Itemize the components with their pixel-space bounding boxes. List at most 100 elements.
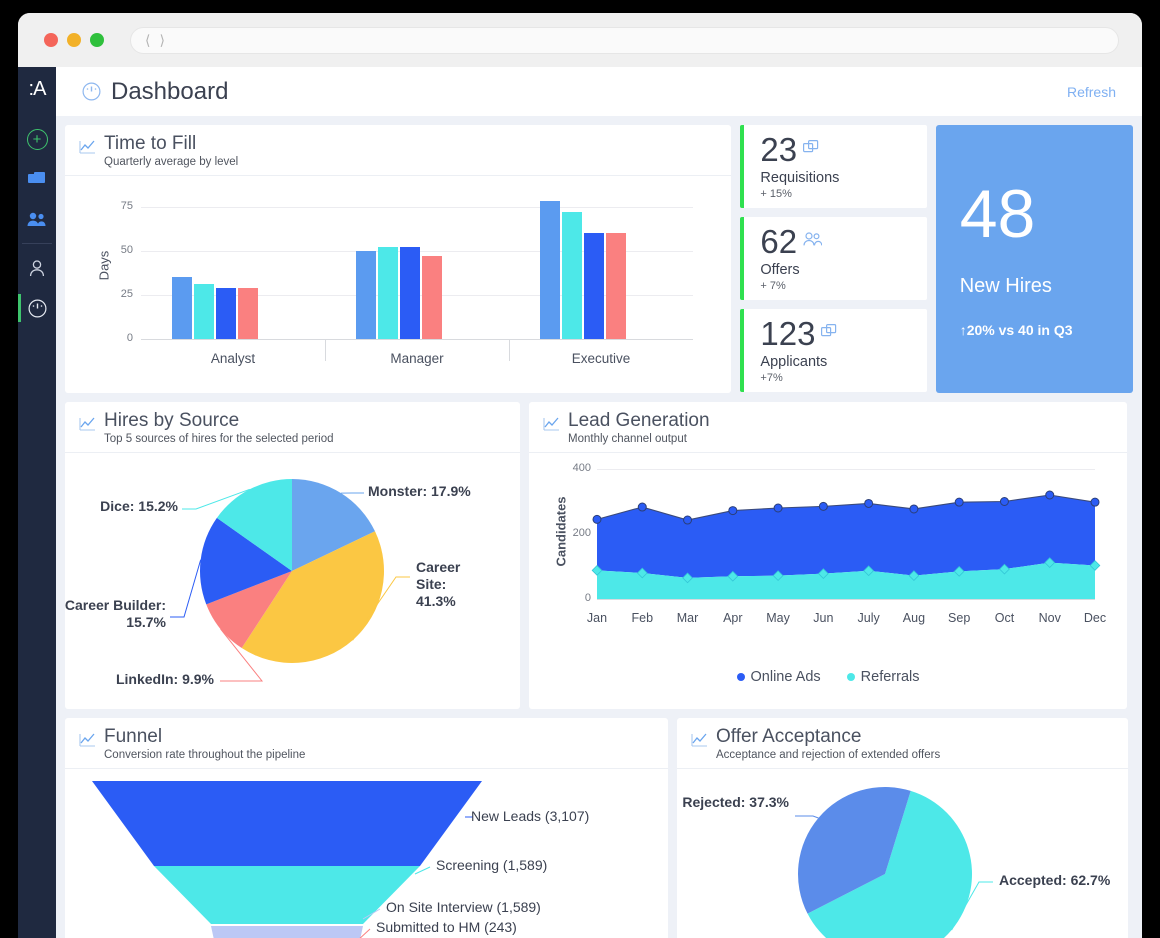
sidebar-item-dashboard[interactable] <box>18 288 56 328</box>
funnel-label-screening: Screening (1,589) <box>436 856 548 873</box>
bar-analyst-Q3 <box>216 287 236 339</box>
copy-stack-icon <box>803 139 820 160</box>
sidebar-item-projects[interactable] <box>18 159 56 199</box>
x-axis-line <box>141 338 693 340</box>
x-axis-tick <box>509 338 510 361</box>
point-online-ads[interactable] <box>637 502 647 512</box>
funnel-segment-screening[interactable] <box>154 865 420 924</box>
close-window-button[interactable] <box>44 33 58 47</box>
bar-executive-Q2 <box>562 212 582 339</box>
point-online-ads[interactable] <box>592 514 602 524</box>
x-axis-tick <box>325 338 326 361</box>
pie-label-career-builder: Career Builder: 15.7% <box>65 596 166 631</box>
funnel-card: Funnel Conversion rate throughout the pi… <box>65 718 668 938</box>
copy-stack-icon <box>821 323 837 336</box>
card-title: Offer Acceptance <box>716 726 862 747</box>
legend-item-referrals[interactable]: Referrals <box>846 669 919 685</box>
kpi-top: 62 <box>760 225 926 258</box>
x-tick-label: Jan <box>586 610 608 625</box>
pie-label-accepted: Accepted: 62.7% <box>999 871 1111 888</box>
kpi-value: 123 <box>760 315 816 352</box>
window-controls <box>44 33 104 47</box>
address-bar[interactable]: ⟨ ⟩ <box>130 26 1119 54</box>
x-tick-label: May <box>766 610 790 625</box>
point-online-ads[interactable] <box>1090 497 1100 507</box>
card-title: Time to Fill <box>104 133 197 154</box>
pie-label-rejected: Rejected: 37.3% <box>682 793 789 810</box>
folders-icon <box>28 171 45 183</box>
point-online-ads[interactable] <box>864 498 874 508</box>
pie-label-career-site: Career Site: 41.3% <box>416 558 461 610</box>
bar-executive-Q4 <box>606 233 626 339</box>
funnel-segment-on-site-interview[interactable] <box>211 925 363 938</box>
chevron-right-icon[interactable]: ⟩ <box>159 33 164 47</box>
copy-stack-icon <box>821 323 838 344</box>
point-online-ads[interactable] <box>999 496 1009 506</box>
funnel-segment-new-leads[interactable] <box>92 780 482 866</box>
point-online-ads[interactable] <box>818 501 828 511</box>
app-body: :A + Dashboard Refresh Time to Fill Quar… <box>18 67 1142 938</box>
card-header: Funnel Conversion rate throughout the pi… <box>65 718 668 769</box>
bar-manager-Q4 <box>422 256 442 339</box>
kpi-card-offers: 62 Offers + 7% <box>740 217 927 300</box>
card-subtitle: Acceptance and rejection of extended off… <box>716 748 941 761</box>
sidebar: :A + <box>18 67 56 938</box>
pie-leader-line <box>170 559 202 618</box>
point-online-ads[interactable] <box>1045 490 1055 500</box>
kpi-card-applicants: 123 Applicants +7% <box>740 309 927 392</box>
dashboard-row-2: Hires by Source Top 5 sources of hires f… <box>65 402 1133 709</box>
sidebar-item-profile[interactable] <box>18 248 56 288</box>
refresh-link[interactable]: Refresh <box>1067 84 1116 100</box>
card-header: Offer Acceptance Acceptance and rejectio… <box>677 718 1128 769</box>
dashboard-grid: Time to Fill Quarterly average by level … <box>56 116 1142 938</box>
bar-executive-Q1 <box>540 201 560 339</box>
point-online-ads[interactable] <box>954 497 964 507</box>
offer-acceptance-card: Offer Acceptance Acceptance and rejectio… <box>677 718 1128 938</box>
sidebar-item-add[interactable]: + <box>18 119 56 159</box>
kpi-top: 23 <box>760 133 926 166</box>
point-online-ads[interactable] <box>909 504 919 514</box>
person-outline-icon <box>29 259 45 276</box>
pie-label-linkedin: LinkedIn: 9.9% <box>115 670 214 687</box>
hires-by-source-card: Hires by Source Top 5 sources of hires f… <box>65 402 520 709</box>
card-subtitle: Monthly channel output <box>568 432 687 445</box>
area-online-ads <box>597 494 1095 578</box>
pie-label-monster: Monster: 17.9% <box>368 482 471 499</box>
new-hires-delta: ↑20% vs 40 in Q3 <box>959 322 1073 338</box>
main-content: Dashboard Refresh Time to Fill Quarterly… <box>56 67 1142 938</box>
card-header: Time to Fill Quarterly average by level <box>65 125 732 176</box>
people-group-icon <box>803 232 823 251</box>
x-tick-label: Aug <box>902 610 926 625</box>
bar-manager-Q3 <box>400 247 420 339</box>
point-online-ads[interactable] <box>773 503 783 513</box>
gridline <box>141 206 693 208</box>
hires-by-source-chart: Monster: 17.9% Career Site: 41.3% LinkedIn… <box>65 453 520 706</box>
x-tick-label: Mar <box>676 610 699 625</box>
minimize-window-button[interactable] <box>67 33 81 47</box>
point-online-ads[interactable] <box>683 515 693 525</box>
browser-window: ⟨ ⟩ :A + Dashboard Refresh Time to Fill … <box>18 13 1142 938</box>
point-online-ads[interactable] <box>728 506 738 516</box>
card-title: Lead Generation <box>568 410 710 431</box>
x-tick-label: Feb <box>631 610 654 625</box>
kpi-column: 23 Requisitions + 15% 62 Offers + 7% 123 Applic… <box>740 125 927 393</box>
x-tick-label: Oct <box>994 610 1015 625</box>
maximize-window-button[interactable] <box>90 33 104 47</box>
new-hires-label: New Hires <box>959 275 1052 297</box>
kpi-label: Requisitions <box>760 170 840 186</box>
active-indicator <box>18 294 21 322</box>
legend-item-online-ads[interactable]: Online Ads <box>736 668 821 685</box>
pie-label-dice: Dice: 15.2% <box>100 497 178 514</box>
new-hires-card: 48 New Hires ↑20% vs 40 in Q3 <box>935 125 1134 393</box>
card-header: Lead Generation Monthly channel output <box>529 402 1127 453</box>
legend-label: Online Ads <box>750 668 821 685</box>
sidebar-item-teams[interactable] <box>18 199 56 239</box>
dashboard-row-1: Time to Fill Quarterly average by level … <box>65 125 1134 393</box>
line-chart-icon <box>79 733 95 747</box>
page-header: Dashboard Refresh <box>56 67 1142 116</box>
legend-dot <box>846 672 855 681</box>
legend-dot <box>736 672 745 681</box>
pie-leader-line <box>795 815 819 819</box>
area-svg <box>591 490 1101 599</box>
chevron-left-icon[interactable]: ⟨ <box>145 33 150 47</box>
